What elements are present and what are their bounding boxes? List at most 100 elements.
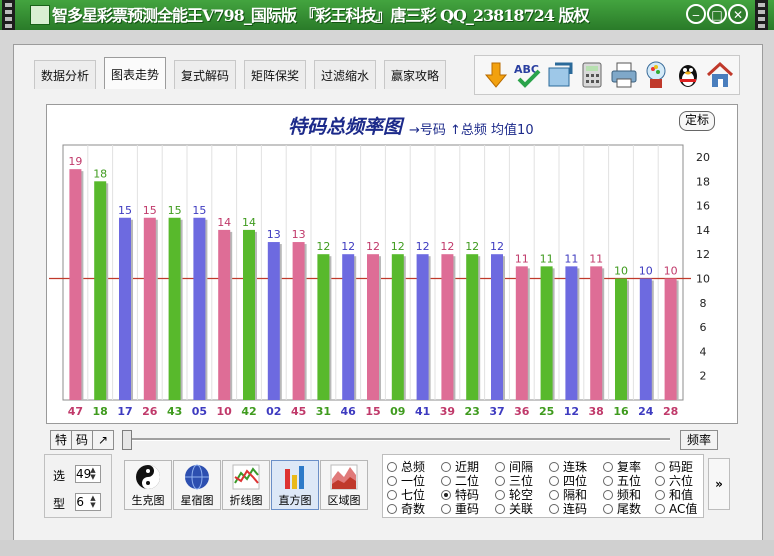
x-tick-label: 09 (390, 405, 405, 418)
abc-spellcheck-icon[interactable]: ABC (513, 60, 543, 90)
radio-tail[interactable]: 尾数 (603, 502, 641, 516)
calibrate-button[interactable]: 定标 (679, 111, 715, 131)
radio-recent[interactable]: 近期 (441, 460, 479, 474)
radio-code-distance[interactable]: 码距 (655, 460, 693, 474)
radio-empty[interactable]: 轮空 (495, 488, 533, 502)
radio-position-7[interactable]: 七位 (387, 488, 425, 502)
printer-icon[interactable] (609, 60, 639, 90)
position-slider: 特 码 ↗ 频率 (50, 430, 734, 450)
bar-value-label: 11 (515, 252, 529, 265)
maximize-button[interactable]: □ (707, 4, 727, 24)
bottom-controls: 选 49 ▲ ▼ 型 6 ▲ ▼ 生克图 星宿图 折线图 直方图 区域图 总频 一位 七… (40, 450, 730, 518)
tab-strategy[interactable]: 赢家攻略 (384, 60, 447, 89)
radio-interval[interactable]: 间隔 (495, 460, 533, 474)
radio-ac-value[interactable]: AC值 (655, 502, 697, 516)
tab-matrix[interactable]: 矩阵保奖 (244, 60, 307, 89)
radio-position-3[interactable]: 三位 (495, 474, 533, 488)
bar-value-label: 12 (366, 240, 380, 253)
bar (292, 242, 305, 400)
bar-value-label: 10 (664, 265, 678, 278)
radio-special-code[interactable]: 特码 (441, 488, 479, 502)
bar-value-label: 12 (490, 240, 504, 253)
bar (565, 266, 578, 400)
chart-panel: 特码总频率图 →号码 ↑总频 均值10 2 4 6 8 10 12 14 16 18 20 19 4… (46, 104, 738, 424)
view-button-histogram[interactable]: 直方图 (271, 460, 319, 510)
frequency-bar-chart: 特码总频率图 →号码 ↑总频 均值10 2468101214161820 194… (49, 116, 710, 418)
view-button-area[interactable]: 区域图 (320, 460, 368, 510)
bar (416, 254, 429, 400)
radio-position-4[interactable]: 四位 (549, 474, 587, 488)
bar-value-label: 15 (143, 204, 157, 217)
tab-chart-trend[interactable]: 图表走势 (104, 57, 167, 89)
tab-filter[interactable]: 过滤缩水 (314, 60, 377, 89)
chart-title: 特码总频率图 (288, 116, 405, 138)
bar-chart-icon (285, 466, 304, 489)
radio-chain[interactable]: 连珠 (549, 460, 587, 474)
radio-frequency-sum[interactable]: 频和 (603, 488, 641, 502)
bar (664, 278, 677, 400)
gumball-machine-icon[interactable] (641, 60, 671, 90)
y-tick-label: 20 (696, 151, 710, 164)
y-tick-label: 8 (700, 297, 707, 310)
y-tick-label: 10 (696, 273, 710, 286)
bar (168, 217, 181, 400)
radio-position-5[interactable]: 五位 (603, 474, 641, 488)
radio-consecutive[interactable]: 连码 (549, 502, 587, 516)
x-tick-label: 23 (465, 405, 480, 418)
type-count-stepper[interactable]: 6 ▲ ▼ (75, 493, 101, 511)
app-icon (30, 5, 50, 25)
view-button-xingxiu[interactable]: 星宿图 (173, 460, 221, 510)
radio-position-6[interactable]: 六位 (655, 474, 693, 488)
trend-arrow-button[interactable]: ↗ (92, 430, 114, 450)
calculator-icon[interactable] (577, 60, 607, 90)
view-button-line[interactable]: 折线图 (222, 460, 270, 510)
slider-track[interactable] (130, 438, 670, 441)
radio-position-2[interactable]: 二位 (441, 474, 479, 488)
radio-related[interactable]: 关联 (495, 502, 533, 516)
x-tick-label: 41 (415, 405, 430, 418)
view-button-shengke[interactable]: 生克图 (124, 460, 172, 510)
radio-total-frequency[interactable]: 总频 (387, 460, 425, 474)
y-tick-label: 4 (700, 345, 707, 358)
x-tick-label: 42 (241, 405, 256, 418)
export-icon[interactable] (545, 60, 575, 90)
bar-value-label: 11 (589, 252, 603, 265)
minimize-button[interactable]: ‒ (686, 4, 706, 24)
bar-value-label: 19 (68, 155, 82, 168)
download-arrow-icon[interactable] (481, 60, 511, 90)
more-button[interactable]: » (708, 458, 730, 510)
home-icon[interactable] (705, 60, 735, 90)
radio-repeat-rate[interactable]: 复率 (603, 460, 641, 474)
radio-gap-sum[interactable]: 隔和 (549, 488, 587, 502)
x-tick-label: 45 (291, 405, 306, 418)
code-button[interactable]: 码 (71, 430, 93, 450)
tab-compound-decode[interactable]: 复式解码 (174, 60, 237, 89)
spinner-group: 选 49 ▲ ▼ 型 6 ▲ ▼ (44, 454, 112, 518)
radio-repeat[interactable]: 重码 (441, 502, 479, 516)
bar (267, 242, 280, 400)
select-label: 选 (53, 469, 66, 483)
y-tick-label: 2 (700, 370, 707, 383)
y-tick-label: 16 (696, 200, 710, 213)
bar (218, 229, 231, 400)
chart-legend: →号码 ↑总频 均值10 (409, 122, 534, 138)
radio-odd[interactable]: 奇数 (387, 502, 425, 516)
bar (69, 169, 82, 400)
close-button[interactable]: ✕ (728, 4, 748, 24)
slider-thumb[interactable] (122, 430, 132, 450)
bar-value-label: 14 (217, 216, 231, 229)
stat-type-radio-group: 总频 一位 七位 奇数 近期 二位 特码 重码 间隔 三位 轮空 关联 连珠 四… (382, 454, 704, 518)
radio-sum-value[interactable]: 和值 (655, 488, 693, 502)
chart-bars: 19 47 18 18 15 17 15 26 15 43 15 05 14 10 14 42 13 02 13 45… (68, 155, 679, 418)
bar-value-label: 18 (93, 167, 107, 180)
radio-position-1[interactable]: 一位 (387, 474, 425, 488)
frequency-button[interactable]: 频率 (680, 430, 718, 450)
qq-penguin-icon[interactable] (673, 60, 703, 90)
select-count-stepper[interactable]: 49 ▲ ▼ (75, 465, 101, 483)
bar (367, 254, 379, 400)
tab-data-analysis[interactable]: 数据分析 (34, 60, 97, 89)
line-chart-icon (232, 464, 260, 490)
x-tick-label: 25 (539, 405, 554, 418)
bar-value-label: 10 (614, 265, 628, 278)
special-button[interactable]: 特 (50, 430, 72, 450)
